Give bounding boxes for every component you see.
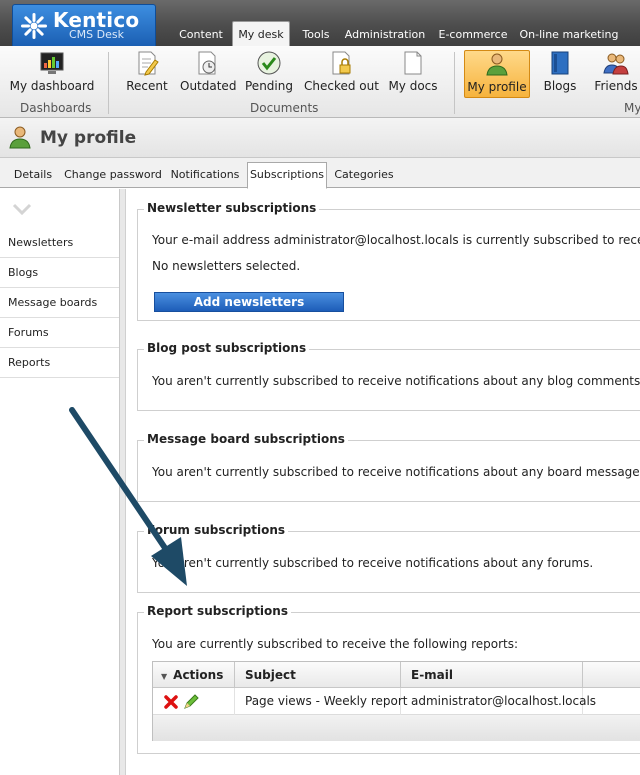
grid-header: ▼ Actions Subject E-mail: [153, 662, 640, 688]
report-status-text: You are currently subscribed to receive …: [152, 637, 519, 651]
board-status-text: You aren't currently subscribed to recei…: [152, 465, 640, 479]
tab-online-marketing[interactable]: On-line marketing: [518, 24, 620, 46]
pending-label: Pending: [245, 79, 293, 93]
tab-e-commerce[interactable]: E-commerce: [434, 24, 512, 46]
my-docs-label: My docs: [388, 79, 438, 93]
row-email: administrator@localhost.locals: [401, 688, 596, 715]
friends-button[interactable]: Friends: [592, 50, 640, 98]
ribbon-separator: [108, 52, 109, 114]
kentico-flower-icon: [21, 13, 47, 39]
tab-content[interactable]: Content: [172, 24, 230, 46]
dashboard-chart-icon: [40, 52, 64, 74]
email-column-header[interactable]: E-mail: [401, 662, 583, 688]
tab-categories[interactable]: Categories: [332, 166, 396, 188]
newsletter-subscriptions-section: Newsletter subscriptions Your e-mail add…: [137, 201, 640, 321]
blog-subscriptions-section: Blog post subscriptions You aren't curre…: [137, 341, 640, 411]
forum-subscriptions-section: Forum subscriptions You aren't currently…: [137, 523, 640, 593]
chevron-down-icon[interactable]: [12, 203, 32, 215]
newsletter-none-text: No newsletters selected.: [152, 259, 301, 273]
sort-arrow-icon: ▼: [161, 672, 168, 681]
checked-out-lock-icon: [332, 51, 351, 75]
grid-pager: [153, 715, 640, 741]
blogs-button[interactable]: Blogs: [540, 50, 580, 98]
recent-button[interactable]: Recent: [122, 50, 172, 98]
edit-pencil-icon[interactable]: [183, 693, 199, 710]
my-profile-button[interactable]: My profile: [464, 50, 530, 98]
friends-label: Friends: [594, 79, 638, 93]
forum-status-text: You aren't currently subscribed to recei…: [152, 556, 594, 570]
user-profile-icon: [9, 126, 31, 149]
newsletter-status-text: Your e-mail address administrator@localh…: [152, 233, 640, 247]
tab-administration[interactable]: Administration: [342, 24, 428, 46]
section-title: Message board subscriptions: [144, 432, 348, 446]
my-dashboard-label: My dashboard: [9, 79, 95, 93]
report-subscriptions-grid: ▼ Actions Subject E-mail Page views - Wee…: [152, 661, 640, 741]
row-subject: Page views - Weekly report: [235, 688, 408, 715]
group-my-label: My: [624, 101, 640, 115]
add-newsletters-button[interactable]: Add newsletters: [154, 292, 344, 312]
my-docs-button[interactable]: My docs: [386, 50, 440, 98]
user-profile-icon: [486, 53, 508, 76]
message-board-subscriptions-section: Message board subscriptions You aren't c…: [137, 432, 640, 502]
checked-out-button[interactable]: Checked out: [304, 50, 379, 98]
delete-icon[interactable]: [163, 694, 179, 710]
menu-item-blogs[interactable]: Blogs: [0, 258, 119, 288]
section-title: Forum subscriptions: [144, 523, 289, 537]
row-actions: [153, 688, 235, 715]
my-docs-icon: [404, 51, 422, 75]
actions-header-label: Actions: [173, 668, 224, 682]
profile-tabs: Details Change password Notifications Su…: [0, 158, 640, 189]
product-name: CMS Desk: [69, 28, 124, 41]
recent-document-icon: [138, 51, 159, 76]
blog-book-icon: [551, 51, 569, 75]
menu-item-newsletters[interactable]: Newsletters: [0, 228, 119, 258]
section-title: Newsletter subscriptions: [144, 201, 320, 215]
tab-details[interactable]: Details: [10, 166, 56, 188]
subscriptions-menu: Newsletters Blogs Message boards Forums …: [0, 189, 120, 775]
group-dashboards-label: Dashboards: [20, 101, 92, 115]
actions-column-header[interactable]: ▼ Actions: [153, 662, 235, 688]
blogs-label: Blogs: [543, 79, 577, 93]
checked-out-label: Checked out: [304, 79, 379, 93]
report-subscriptions-section: Report subscriptions You are currently s…: [137, 604, 640, 754]
top-bar: Kentico CMS Desk Content My desk Tools A…: [0, 0, 640, 46]
tab-notifications[interactable]: Notifications: [170, 166, 240, 188]
kentico-logo[interactable]: Kentico CMS Desk: [12, 4, 156, 46]
pending-check-icon: [257, 51, 281, 75]
tab-tools[interactable]: Tools: [294, 24, 338, 46]
outdated-document-icon: [198, 51, 216, 75]
ribbon-separator: [454, 52, 455, 114]
tab-subscriptions[interactable]: Subscriptions: [247, 162, 327, 189]
menu-scrollbar[interactable]: [120, 189, 126, 775]
table-row: Page views - Weekly report administrator…: [153, 688, 640, 715]
page-title: My profile: [40, 128, 137, 148]
outdated-label: Outdated: [180, 79, 237, 93]
menu-item-forums[interactable]: Forums: [0, 318, 119, 348]
my-dashboard-button[interactable]: My dashboard: [8, 50, 96, 98]
ribbon-toolbar: My dashboard Dashboards Recent Outdated …: [0, 46, 640, 118]
menu-item-reports[interactable]: Reports: [0, 348, 119, 378]
my-profile-label: My profile: [467, 80, 527, 94]
group-documents-label: Documents: [250, 101, 319, 115]
outdated-button[interactable]: Outdated: [180, 50, 237, 98]
friends-icon: [603, 53, 629, 75]
section-title: Blog post subscriptions: [144, 341, 310, 355]
section-title: Report subscriptions: [144, 604, 291, 618]
tab-change-password[interactable]: Change password: [64, 166, 162, 188]
page-header: My profile: [0, 118, 640, 158]
pending-button[interactable]: Pending: [244, 50, 294, 98]
recent-label: Recent: [126, 79, 168, 93]
subject-column-header[interactable]: Subject: [235, 662, 401, 688]
menu-item-message-boards[interactable]: Message boards: [0, 288, 119, 318]
tab-my-desk[interactable]: My desk: [232, 21, 290, 46]
subscriptions-content: Newsletter subscriptions Your e-mail add…: [127, 189, 640, 775]
blog-status-text: You aren't currently subscribed to recei…: [152, 374, 640, 388]
